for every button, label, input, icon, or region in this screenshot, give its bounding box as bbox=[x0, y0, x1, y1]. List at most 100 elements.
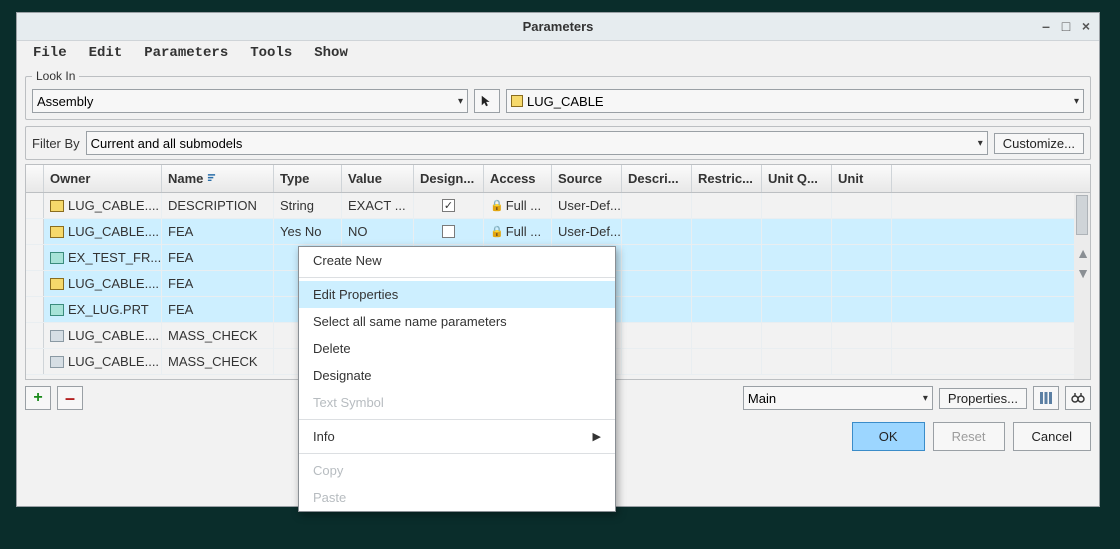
col-owner[interactable]: Owner bbox=[44, 165, 162, 192]
ok-button[interactable]: OK bbox=[852, 422, 925, 451]
row-handle[interactable] bbox=[26, 271, 44, 296]
owner-icon bbox=[50, 226, 64, 238]
assembly-icon bbox=[511, 95, 523, 107]
properties-button[interactable]: Properties... bbox=[939, 388, 1027, 409]
lock-icon: 🔒 bbox=[490, 225, 504, 238]
lookin-target-dropdown[interactable]: LUG_CABLE ▾ bbox=[506, 89, 1084, 113]
close-button[interactable]: × bbox=[1077, 17, 1095, 35]
cell-unit bbox=[832, 193, 892, 218]
filter-dropdown[interactable]: Current and all submodels ▾ bbox=[86, 131, 988, 155]
cell-unit bbox=[832, 297, 892, 322]
maximize-button[interactable]: □ bbox=[1057, 17, 1075, 35]
checkbox-icon[interactable] bbox=[442, 225, 455, 238]
col-source[interactable]: Source bbox=[552, 165, 622, 192]
row-handle[interactable] bbox=[26, 245, 44, 270]
col-description[interactable]: Descri... bbox=[622, 165, 692, 192]
ctx-edit-properties[interactable]: Edit Properties bbox=[299, 281, 615, 308]
title-controls: – □ × bbox=[1037, 17, 1095, 35]
move-up-button[interactable]: ▲ bbox=[1074, 244, 1092, 262]
cell-owner: LUG_CABLE.... bbox=[44, 271, 162, 296]
columns-button[interactable] bbox=[1033, 386, 1059, 410]
main-value: Main bbox=[748, 391, 776, 406]
cell-unit bbox=[832, 271, 892, 296]
remove-parameter-button[interactable]: – bbox=[57, 386, 83, 410]
row-handle[interactable] bbox=[26, 323, 44, 348]
cell-description bbox=[622, 245, 692, 270]
filter-value: Current and all submodels bbox=[91, 136, 243, 151]
cell-type: String bbox=[274, 193, 342, 218]
pointer-tool-button[interactable] bbox=[474, 89, 500, 113]
cell-designate[interactable] bbox=[414, 219, 484, 244]
cell-source: User-Def... bbox=[552, 219, 622, 244]
cell-restricted bbox=[692, 297, 762, 322]
col-designate[interactable]: Design... bbox=[414, 165, 484, 192]
col-access[interactable]: Access bbox=[484, 165, 552, 192]
cell-unit bbox=[832, 323, 892, 348]
titlebar: Parameters – □ × bbox=[17, 13, 1099, 41]
col-restricted[interactable]: Restric... bbox=[692, 165, 762, 192]
main-dropdown[interactable]: Main ▾ bbox=[743, 386, 933, 410]
cell-owner: LUG_CABLE.... bbox=[44, 219, 162, 244]
minimize-button[interactable]: – bbox=[1037, 17, 1055, 35]
vertical-scrollbar[interactable] bbox=[1074, 193, 1090, 379]
cursor-icon bbox=[480, 94, 494, 108]
row-handle[interactable] bbox=[26, 297, 44, 322]
ctx-designate[interactable]: Designate bbox=[299, 362, 615, 389]
col-name-label: Name bbox=[168, 171, 203, 186]
move-down-button[interactable]: ▼ bbox=[1074, 264, 1092, 282]
row-handle[interactable] bbox=[26, 193, 44, 218]
menu-file[interactable]: File bbox=[23, 43, 77, 63]
lock-icon: 🔒 bbox=[490, 199, 504, 212]
ctx-select-same[interactable]: Select all same name parameters bbox=[299, 308, 615, 335]
find-button[interactable] bbox=[1065, 386, 1091, 410]
cell-description bbox=[622, 193, 692, 218]
cell-value[interactable]: EXACT ... bbox=[342, 193, 414, 218]
separator bbox=[299, 453, 615, 454]
col-type[interactable]: Type bbox=[274, 165, 342, 192]
cell-unit bbox=[832, 349, 892, 374]
menu-edit[interactable]: Edit bbox=[79, 43, 133, 63]
ctx-info-label: Info bbox=[313, 429, 335, 444]
cell-restricted bbox=[692, 219, 762, 244]
cell-name: MASS_CHECK bbox=[162, 349, 274, 374]
lookin-legend: Look In bbox=[32, 69, 79, 83]
cell-value[interactable]: NO bbox=[342, 219, 414, 244]
cell-unit-quantity bbox=[762, 219, 832, 244]
scroll-thumb[interactable] bbox=[1076, 195, 1088, 235]
col-unit[interactable]: Unit bbox=[832, 165, 892, 192]
chevron-down-icon: ▾ bbox=[458, 96, 463, 107]
cell-access: 🔒Full ... bbox=[484, 219, 552, 244]
ctx-info[interactable]: Info▶ bbox=[299, 423, 615, 450]
add-parameter-button[interactable]: + bbox=[25, 386, 51, 410]
reset-button[interactable]: Reset bbox=[933, 422, 1005, 451]
cell-designate[interactable] bbox=[414, 193, 484, 218]
cell-name: FEA bbox=[162, 271, 274, 296]
cell-restricted bbox=[692, 245, 762, 270]
menu-parameters[interactable]: Parameters bbox=[134, 43, 238, 63]
sort-descending-icon bbox=[207, 174, 216, 183]
table-row[interactable]: LUG_CABLE....FEAYes NoNO🔒Full ...User-De… bbox=[26, 219, 1090, 245]
ctx-delete[interactable]: Delete bbox=[299, 335, 615, 362]
col-value[interactable]: Value bbox=[342, 165, 414, 192]
menu-tools[interactable]: Tools bbox=[240, 43, 302, 63]
cell-owner: EX_TEST_FR... bbox=[44, 245, 162, 270]
col-name[interactable]: Name bbox=[162, 165, 274, 192]
cell-unit bbox=[832, 219, 892, 244]
table-row[interactable]: LUG_CABLE....DESCRIPTIONStringEXACT ...🔒… bbox=[26, 193, 1090, 219]
cell-description bbox=[622, 297, 692, 322]
lookin-assembly-dropdown[interactable]: Assembly ▾ bbox=[32, 89, 468, 113]
lookin-assembly-value: Assembly bbox=[37, 94, 93, 109]
col-unit-quantity[interactable]: Unit Q... bbox=[762, 165, 832, 192]
cancel-button[interactable]: Cancel bbox=[1013, 422, 1091, 451]
row-handle[interactable] bbox=[26, 349, 44, 374]
owner-icon bbox=[50, 356, 64, 368]
row-handle[interactable] bbox=[26, 219, 44, 244]
cell-access: 🔒Full ... bbox=[484, 193, 552, 218]
customize-button[interactable]: Customize... bbox=[994, 133, 1084, 154]
ctx-create-new[interactable]: Create New bbox=[299, 247, 615, 274]
menu-show[interactable]: Show bbox=[304, 43, 358, 63]
checkbox-icon[interactable] bbox=[442, 199, 455, 212]
cell-name: MASS_CHECK bbox=[162, 323, 274, 348]
cell-owner: EX_LUG.PRT bbox=[44, 297, 162, 322]
chevron-down-icon: ▾ bbox=[923, 393, 928, 404]
